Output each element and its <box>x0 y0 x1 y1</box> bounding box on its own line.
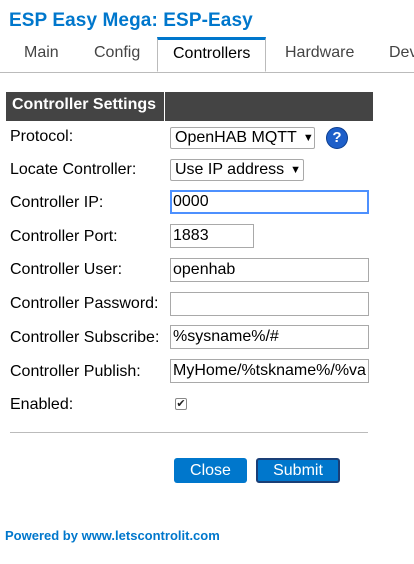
tab-controllers[interactable]: Controllers <box>157 37 267 72</box>
tab-devices[interactable]: Dev <box>389 44 414 62</box>
section-header: Controller Settings <box>6 92 373 121</box>
tab-hardware[interactable]: Hardware <box>285 44 354 62</box>
tab-bar: Main Config Controllers Hardware Dev <box>0 37 414 73</box>
controller-port-field[interactable] <box>170 224 254 248</box>
chevron-down-icon: ▼ <box>290 164 301 176</box>
help-icon[interactable]: ? <box>326 127 348 149</box>
tab-bar-divider <box>0 72 414 73</box>
enabled-label: Enabled: <box>10 396 74 413</box>
controller-publish-field[interactable] <box>170 359 369 383</box>
controller-ip-field[interactable] <box>170 190 369 214</box>
protocol-select[interactable]: OpenHAB MQTT ▼ <box>170 127 315 149</box>
locate-controller-select[interactable]: Use IP address ▼ <box>170 159 304 181</box>
chevron-down-icon: ▼ <box>302 132 314 144</box>
enabled-checkbox[interactable]: ✔ <box>175 398 187 410</box>
locate-controller-value: Use IP address <box>175 161 285 178</box>
controller-ip-label: Controller IP: <box>10 194 104 211</box>
controller-password-label: Controller Password: <box>10 295 159 312</box>
controller-port-label: Controller Port: <box>10 228 118 245</box>
controller-publish-label: Controller Publish: <box>10 363 141 380</box>
footer-link[interactable]: Powered by www.letscontrolit.com <box>5 528 220 543</box>
controller-subscribe-label: Controller Subscribe: <box>10 329 160 346</box>
locate-controller-label: Locate Controller: <box>10 161 137 178</box>
tab-main[interactable]: Main <box>24 44 59 62</box>
page-title: ESP Easy Mega: ESP-Easy <box>9 10 253 31</box>
controller-user-field[interactable] <box>170 258 369 282</box>
controller-user-label: Controller User: <box>10 261 123 278</box>
section-title: Controller Settings <box>6 92 165 121</box>
divider <box>10 432 368 433</box>
controller-password-field[interactable] <box>170 292 369 316</box>
close-button[interactable]: Close <box>174 458 247 483</box>
protocol-value: OpenHAB MQTT <box>175 129 297 146</box>
tab-config[interactable]: Config <box>94 44 140 62</box>
protocol-label: Protocol: <box>10 128 74 145</box>
submit-button[interactable]: Submit <box>256 458 340 483</box>
check-icon: ✔ <box>176 398 186 410</box>
controller-subscribe-field[interactable] <box>170 325 369 349</box>
